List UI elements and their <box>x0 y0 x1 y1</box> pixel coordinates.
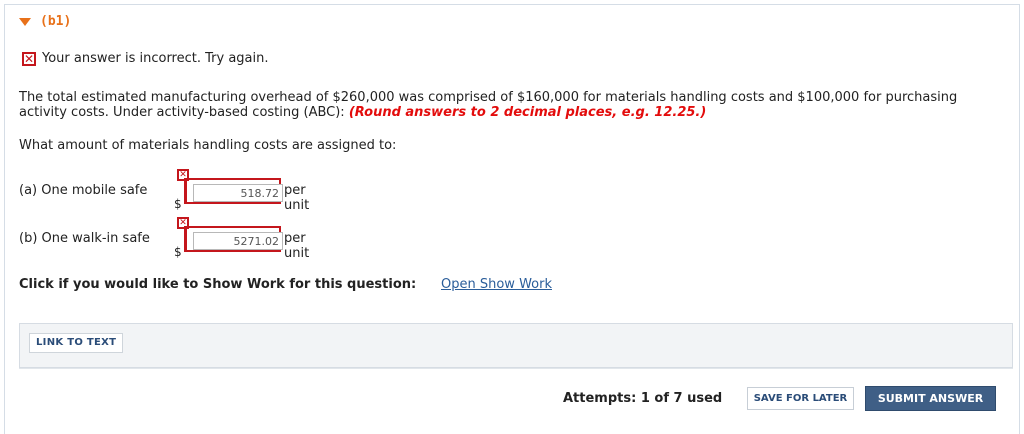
divider <box>19 368 1013 369</box>
resources-panel: LINK TO TEXT <box>19 323 1013 368</box>
question-frame <box>4 4 1020 434</box>
collapse-caret-icon[interactable] <box>19 17 31 26</box>
show-work-prompt: Click if you would like to Show Work for… <box>19 277 417 292</box>
currency-symbol: $ <box>174 245 182 259</box>
save-for-later-button[interactable]: SAVE FOR LATER <box>747 387 854 410</box>
incorrect-icon: ✕ <box>22 51 36 66</box>
question-text: The total estimated manufacturing overhe… <box>19 90 1009 120</box>
part-header[interactable]: (b1) <box>19 14 71 29</box>
error-outline <box>184 226 283 252</box>
answer-input-a[interactable] <box>193 184 283 202</box>
rounding-instruction: (Round answers to 2 decimal places, e.g.… <box>348 105 707 120</box>
submit-answer-button[interactable]: SUBMIT ANSWER <box>865 386 996 411</box>
open-show-work-link[interactable]: Open Show Work <box>441 277 552 292</box>
feedback-message: ✕ Your answer is incorrect. Try again. <box>22 51 269 66</box>
answer-input-b[interactable] <box>193 232 283 250</box>
question-prompt: What amount of materials handling costs … <box>19 138 397 153</box>
error-outline <box>184 178 283 204</box>
part-label: (b1) <box>40 14 72 29</box>
attempts-counter: Attempts: 1 of 7 used <box>563 391 723 406</box>
answer-label-b: (b) One walk-in safe <box>19 231 150 246</box>
feedback-text: Your answer is incorrect. Try again. <box>42 51 269 66</box>
currency-symbol: $ <box>174 197 182 211</box>
link-to-text-button[interactable]: LINK TO TEXT <box>29 333 124 353</box>
unit-label: per unit <box>284 231 310 261</box>
answer-label-a: (a) One mobile safe <box>19 183 148 198</box>
unit-label: per unit <box>284 183 310 213</box>
